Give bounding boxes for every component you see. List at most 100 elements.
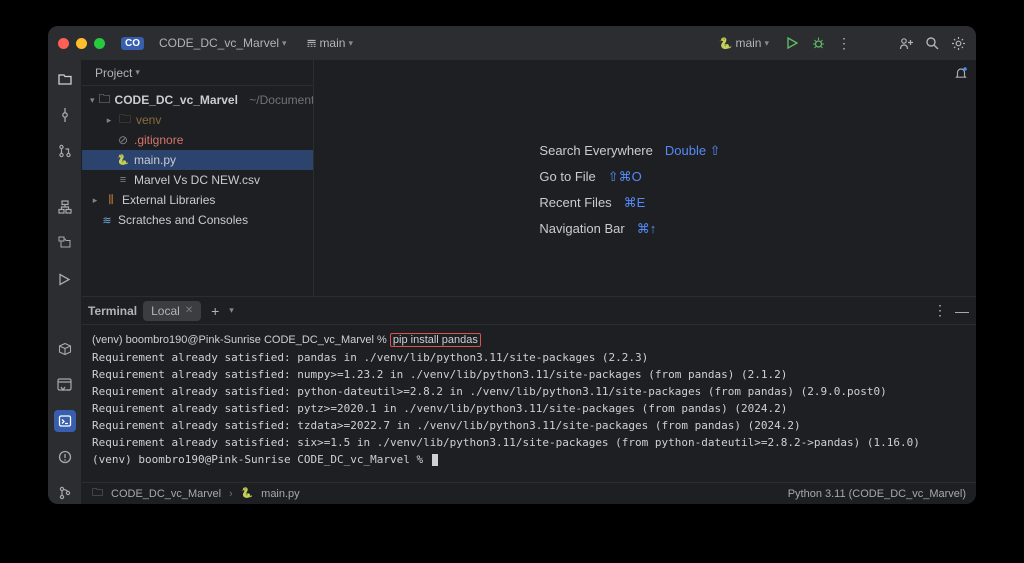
chevron-right-icon: ▸: [90, 195, 100, 206]
welcome-shortcut: ⇧⌘O: [608, 169, 642, 185]
tree-item-label: External Libraries: [122, 193, 215, 207]
new-terminal-button[interactable]: +: [207, 303, 223, 319]
chevron-down-icon: ▾: [348, 38, 353, 49]
folder-icon: 🗀: [118, 110, 132, 131]
terminal-options-icon[interactable]: ⋮: [932, 303, 948, 319]
welcome-row: Navigation Bar ⌘↑: [539, 221, 720, 237]
ide-window: CO CODE_DC_vc_Marvel ▾ 𝌎 main ▾ 🐍 main ▾…: [48, 26, 976, 504]
library-icon: ⫼: [104, 194, 118, 207]
breadcrumb-file[interactable]: main.py: [261, 488, 300, 500]
terminal-title: Terminal: [88, 304, 137, 318]
project-tree: ▾ 🗀 CODE_DC_vc_Marvel ~/Documents/ ▸ 🗀 v…: [82, 86, 314, 230]
folder-icon: 🗀: [92, 484, 103, 503]
tree-root[interactable]: ▾ 🗀 CODE_DC_vc_Marvel ~/Documents/: [82, 90, 313, 110]
branch-name: main: [319, 36, 345, 50]
settings-icon[interactable]: [950, 35, 966, 51]
code-with-me-icon[interactable]: [898, 35, 914, 51]
terminal-tab-label: Local: [151, 304, 180, 318]
welcome-shortcut: ⌘E: [624, 195, 646, 211]
welcome-label: Search Everywhere: [539, 143, 652, 158]
packages-tool-icon[interactable]: [54, 338, 76, 360]
commit-tool-icon[interactable]: [54, 104, 76, 126]
structure-tool-icon[interactable]: [54, 196, 76, 218]
tree-item-label: Marvel Vs DC NEW.csv: [134, 173, 260, 187]
tree-item-label: Scratches and Consoles: [118, 213, 248, 227]
project-badge: CO: [121, 37, 144, 50]
tree-mainpy[interactable]: 🐍 main.py: [82, 150, 313, 170]
notifications-icon[interactable]: [954, 66, 968, 80]
debug-button[interactable]: [810, 35, 826, 51]
welcome-row: Recent Files ⌘E: [539, 195, 720, 211]
project-view-selector[interactable]: Project▾: [90, 64, 145, 82]
project-tool-icon[interactable]: [54, 68, 76, 90]
chevron-down-icon: ▾: [90, 95, 95, 106]
tree-gitignore[interactable]: ⊘ .gitignore: [82, 130, 313, 150]
terminal-output[interactable]: (venv) boombro190@Pink-Sunrise CODE_DC_v…: [82, 325, 976, 482]
tree-item-label: main.py: [134, 153, 176, 167]
chevron-down-icon: ▾: [282, 38, 287, 49]
run-button[interactable]: [784, 35, 800, 51]
file-icon: ≡: [116, 174, 130, 186]
editor-area: Search Everywhere Double ⇧ Go to File ⇧⌘O Re…: [314, 60, 946, 296]
python-icon: 🐍: [719, 37, 733, 50]
tree-venv[interactable]: ▸ 🗀 venv: [82, 110, 313, 130]
problems-tool-icon[interactable]: [54, 446, 76, 468]
services-tool-icon[interactable]: [54, 232, 76, 254]
run-config-name: main: [735, 36, 761, 50]
vcs-tool-icon[interactable]: [54, 482, 76, 504]
scratches-icon: ≋: [100, 214, 114, 227]
project-selector[interactable]: CODE_DC_vc_Marvel ▾: [154, 34, 292, 52]
highlighted-command: pip install pandas: [390, 333, 481, 347]
branch-icon: 𝌎: [307, 37, 317, 50]
terminal-panel: Terminal Local ✕ + ▾ ⋮ — (venv) boombro1…: [82, 296, 976, 482]
welcome-row: Go to File ⇧⌘O: [539, 169, 720, 185]
maximize-window-button[interactable]: [94, 38, 105, 49]
run-config-selector[interactable]: 🐍 main ▾: [714, 34, 774, 52]
interpreter-label[interactable]: Python 3.11 (CODE_DC_vc_Marvel): [788, 488, 966, 500]
python-console-tool-icon[interactable]: [54, 374, 76, 396]
tree-csv[interactable]: ≡ Marvel Vs DC NEW.csv: [82, 170, 313, 190]
welcome-label: Go to File: [539, 169, 595, 184]
tree-root-name: CODE_DC_vc_Marvel: [115, 93, 238, 107]
chevron-right-icon: ›: [229, 488, 233, 500]
welcome-label: Recent Files: [539, 195, 611, 210]
status-bar: 🗀 CODE_DC_vc_Marvel › 🐍 main.py Python 3…: [82, 482, 976, 504]
project-name: CODE_DC_vc_Marvel: [159, 36, 279, 50]
welcome-row: Search Everywhere Double ⇧: [539, 143, 720, 159]
file-icon: ⊘: [116, 133, 130, 147]
python-file-icon: 🐍: [116, 155, 130, 166]
tree-root-path: ~/Documents/: [249, 93, 314, 107]
hide-terminal-button[interactable]: —: [954, 303, 970, 319]
terminal-tab-local[interactable]: Local ✕: [143, 301, 201, 321]
vcs-branch-selector[interactable]: 𝌎 main ▾: [302, 34, 358, 52]
tree-item-label: .gitignore: [134, 133, 183, 147]
chevron-right-icon: ▸: [104, 115, 114, 126]
tree-item-label: venv: [136, 113, 161, 127]
project-header: Project▾: [82, 60, 313, 86]
chevron-down-icon: ▾: [764, 38, 769, 49]
tree-external-libs[interactable]: ▸ ⫼ External Libraries: [82, 190, 313, 210]
chevron-down-icon[interactable]: ▾: [229, 305, 234, 316]
pull-requests-tool-icon[interactable]: [54, 140, 76, 162]
left-tool-rail: [48, 60, 82, 504]
terminal-cursor: [432, 454, 438, 466]
welcome-shortcut: Double ⇧: [665, 143, 721, 159]
welcome-hints: Search Everywhere Double ⇧ Go to File ⇧⌘O Re…: [539, 143, 720, 237]
minimize-window-button[interactable]: [76, 38, 87, 49]
folder-icon: 🗀: [99, 90, 111, 111]
welcome-shortcut: ⌘↑: [637, 221, 657, 237]
breadcrumb-project[interactable]: CODE_DC_vc_Marvel: [111, 488, 221, 500]
titlebar: CO CODE_DC_vc_Marvel ▾ 𝌎 main ▾ 🐍 main ▾…: [48, 26, 976, 60]
python-file-icon: 🐍: [241, 488, 253, 499]
right-tool-rail: [946, 60, 976, 296]
more-actions-button[interactable]: ⋮: [836, 35, 852, 51]
welcome-label: Navigation Bar: [539, 221, 624, 236]
close-icon[interactable]: ✕: [185, 305, 193, 316]
terminal-tabs: Terminal Local ✕ + ▾ ⋮ —: [82, 297, 976, 325]
run-tool-icon[interactable]: [54, 268, 76, 290]
window-controls: [58, 38, 105, 49]
search-everywhere-icon[interactable]: [924, 35, 940, 51]
terminal-tool-icon[interactable]: [54, 410, 76, 432]
close-window-button[interactable]: [58, 38, 69, 49]
tree-scratches[interactable]: ≋ Scratches and Consoles: [82, 210, 313, 230]
